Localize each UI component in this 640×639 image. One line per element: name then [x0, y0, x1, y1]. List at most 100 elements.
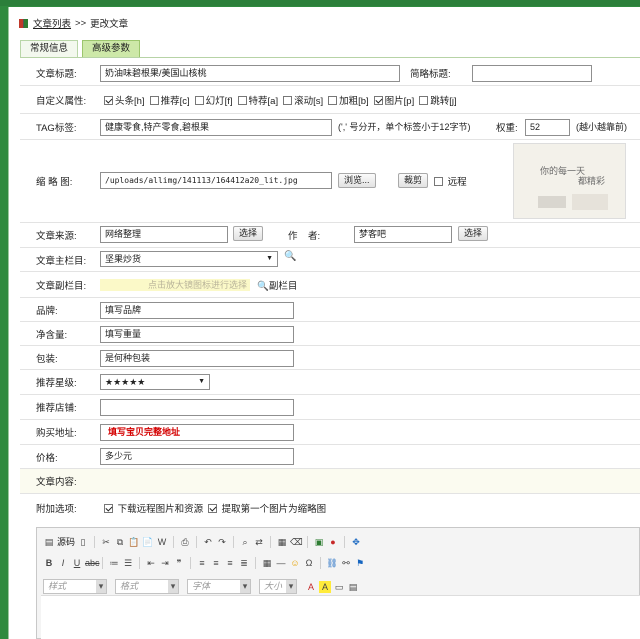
flag-checkbox[interactable] — [328, 95, 338, 105]
thumbnail-preview: 你的每一天 都精彩 — [513, 143, 626, 219]
flag-checkbox[interactable] — [283, 95, 293, 105]
align-right-icon[interactable]: ≡ — [224, 557, 236, 569]
weight-note: (越小越靠前) — [576, 122, 627, 132]
preview-icon[interactable]: ▯ — [77, 536, 89, 548]
format-select[interactable]: 格式 — [115, 579, 179, 594]
cut-icon[interactable]: ✂ — [100, 536, 112, 548]
replace-icon[interactable]: ⇄ — [253, 536, 265, 548]
align-center-icon[interactable]: ≡ — [210, 557, 222, 569]
anchor-icon[interactable]: ⚑ — [354, 557, 366, 569]
align-left-icon[interactable]: ≡ — [196, 557, 208, 569]
source-label: 文章来源: — [36, 231, 77, 242]
download-remote-checkbox[interactable] — [104, 503, 113, 513]
flag-checkbox[interactable] — [419, 95, 429, 105]
tab-general[interactable]: 常规信息 — [20, 40, 79, 57]
table-icon[interactable]: ▦ — [261, 557, 273, 569]
remote-option[interactable]: 远程 — [434, 174, 467, 188]
bold-icon[interactable]: B — [43, 557, 55, 569]
bullet-list-icon[interactable]: ☰ — [122, 557, 134, 569]
text-color-icon[interactable]: A — [305, 581, 317, 593]
ordered-list-icon[interactable]: ≔ — [108, 557, 120, 569]
flash-icon[interactable]: ● — [327, 536, 339, 548]
flag-label: 跳转[j] — [430, 95, 457, 107]
paste-text-icon[interactable]: 📄 — [142, 536, 154, 548]
indent-icon[interactable]: ⇥ — [159, 557, 171, 569]
tag-input[interactable]: 健康零食,特产零食,碧根果 — [100, 119, 332, 136]
shop-input[interactable] — [100, 399, 294, 416]
title-input[interactable]: 奶油味碧根果/美国山核桃 — [100, 65, 400, 82]
flag-checkbox[interactable] — [373, 95, 383, 105]
flag-option[interactable]: 幻灯[f] — [194, 93, 233, 107]
browse-button[interactable]: 浏览... — [338, 173, 376, 188]
flag-option[interactable]: 滚动[s] — [283, 93, 323, 107]
select-all-icon[interactable]: ▦ — [276, 536, 288, 548]
weight-input[interactable]: 52 — [525, 119, 570, 136]
horizontal-rule-icon[interactable]: ― — [275, 557, 287, 569]
sub-column-link[interactable]: 🔍副栏目 — [257, 278, 297, 292]
maximize-icon[interactable]: ✥ — [350, 536, 362, 548]
unlink-icon[interactable]: ⚯ — [340, 557, 352, 569]
price-input[interactable]: 多少元 — [100, 448, 294, 465]
size-select[interactable]: 大小 — [259, 579, 297, 594]
flag-checkbox[interactable] — [149, 95, 159, 105]
flag-option[interactable]: 头条[h] — [104, 93, 145, 107]
paste-icon[interactable]: 📋 — [128, 536, 140, 548]
source-icon[interactable]: ▤ — [43, 536, 55, 548]
image-icon[interactable]: ▣ — [313, 536, 325, 548]
style-select[interactable]: 样式 — [43, 579, 107, 594]
buy-url-input[interactable]: 填写宝贝完整地址 — [100, 424, 294, 441]
net-weight-input[interactable]: 填写重量 — [100, 326, 294, 343]
bg-color-icon[interactable]: A — [319, 580, 331, 593]
source-input[interactable]: 网络整理 — [100, 226, 228, 243]
print-icon[interactable]: ⎙ — [179, 536, 191, 548]
crop-button[interactable]: 裁剪 — [398, 173, 429, 188]
remote-checkbox[interactable] — [434, 177, 443, 186]
remove-format-icon[interactable]: ⌫ — [290, 536, 303, 548]
source-button[interactable]: 源码 — [57, 535, 75, 548]
download-remote-option[interactable]: 下载远程图片和资源 — [104, 501, 203, 515]
flag-label: 特荐[a] — [248, 95, 279, 107]
page-break-icon[interactable]: ▤ — [347, 581, 359, 593]
flag-option[interactable]: 特荐[a] — [237, 93, 279, 107]
outdent-icon[interactable]: ⇤ — [145, 557, 157, 569]
first-pic-option[interactable]: 提取第一个图片为缩略图 — [208, 501, 326, 515]
find-icon[interactable]: ⌕ — [239, 536, 251, 548]
editor-content-area[interactable] — [41, 595, 640, 639]
blockquote-icon[interactable]: ❞ — [173, 557, 185, 569]
flag-option[interactable]: 加粗[b] — [328, 93, 369, 107]
italic-icon[interactable]: I — [57, 557, 69, 569]
flag-checkbox[interactable] — [104, 95, 113, 105]
underline-icon[interactable]: U — [71, 557, 83, 569]
flag-option[interactable]: 图片[p] — [373, 93, 414, 107]
strike-icon[interactable]: abc — [85, 557, 100, 569]
paste-word-icon[interactable]: W — [156, 536, 168, 548]
undo-icon[interactable]: ↶ — [202, 536, 214, 548]
row-tags: TAG标签: 健康零食,特产零食,碧根果 (',' 号分开，单个标签小于12字节… — [20, 114, 640, 140]
brand-input[interactable]: 填写品牌 — [100, 302, 294, 319]
source-select-button[interactable]: 选择 — [233, 226, 264, 241]
search-icon[interactable]: 🔍 — [284, 251, 296, 262]
flag-option[interactable]: 跳转[j] — [419, 93, 457, 107]
flag-checkbox[interactable] — [194, 95, 204, 105]
author-select-button[interactable]: 选择 — [458, 226, 489, 241]
special-char-icon[interactable]: Ω — [303, 557, 315, 569]
article-list-link[interactable]: 文章列表 — [33, 16, 71, 30]
tab-advanced[interactable]: 高级参数 — [82, 40, 141, 57]
package-input[interactable]: 是何种包装 — [100, 350, 294, 367]
stars-value: ★★★★★ — [105, 377, 146, 387]
author-input[interactable]: 梦客吧 — [354, 226, 452, 243]
stars-select[interactable]: ★★★★★ ▼ — [100, 374, 210, 390]
font-select[interactable]: 字体 — [187, 579, 251, 594]
smiley-icon[interactable]: ☺ — [289, 557, 301, 569]
flag-option[interactable]: 推荐[c] — [149, 93, 190, 107]
link-icon[interactable]: ⛓ — [326, 557, 338, 569]
redo-icon[interactable]: ↷ — [216, 536, 228, 548]
flag-checkbox[interactable] — [237, 95, 247, 105]
code-icon[interactable]: ▭ — [333, 581, 345, 593]
copy-icon[interactable]: ⧉ — [114, 536, 126, 548]
short-title-input[interactable] — [472, 65, 592, 82]
main-column-select[interactable]: 坚果炒货 ▼ — [100, 251, 278, 267]
align-justify-icon[interactable]: ≣ — [238, 557, 250, 569]
thumb-path-input[interactable]: /uploads/allimg/141113/164412a20_lit.jpg — [100, 172, 332, 189]
first-pic-checkbox[interactable] — [208, 503, 217, 513]
